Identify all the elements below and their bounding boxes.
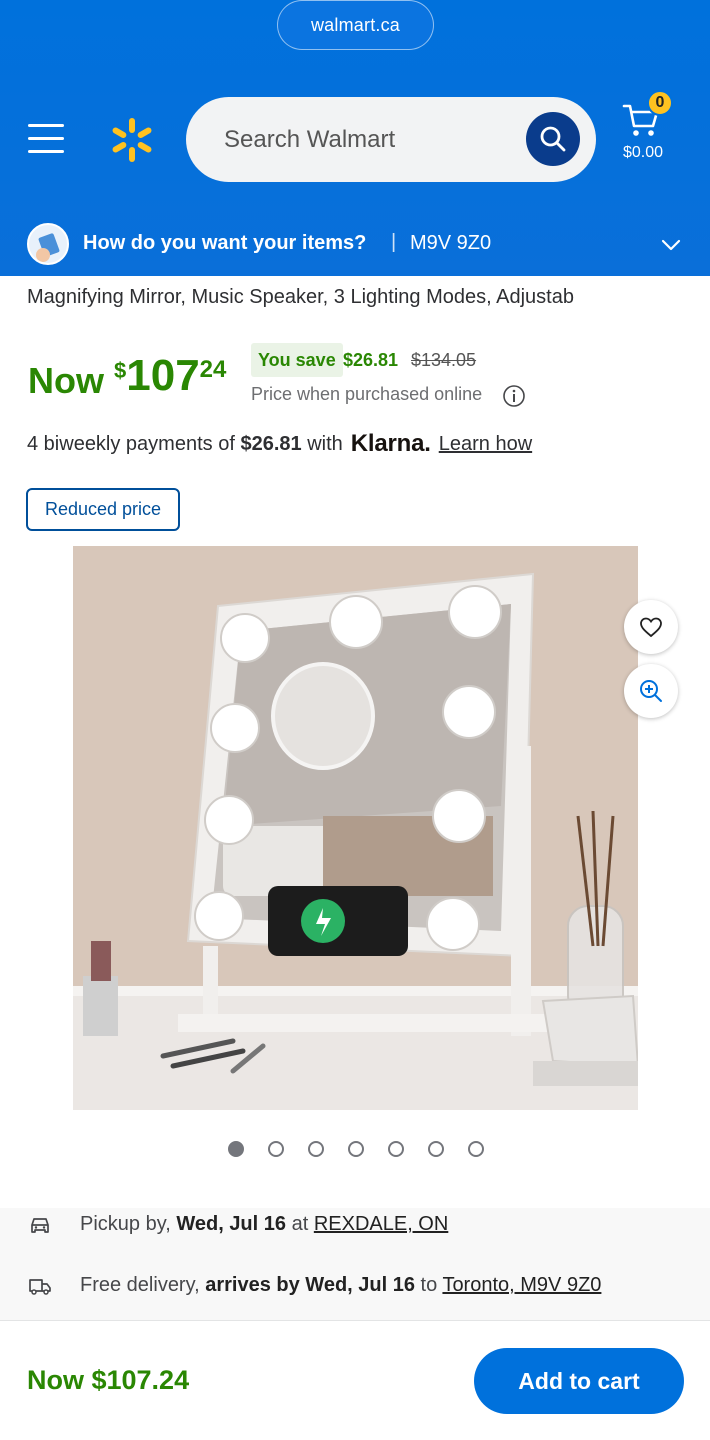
pickup-row: Pickup by, Wed, Jul 16 at REXDALE, ON — [0, 1208, 710, 1258]
carousel-dot[interactable] — [388, 1141, 404, 1157]
cart-total: $0.00 — [623, 144, 664, 161]
delivery-separator: | — [391, 231, 397, 253]
delivery-question: How do you want your items? — [83, 232, 367, 254]
car-icon — [31, 1218, 49, 1233]
url-bar[interactable]: walmart.ca — [277, 0, 434, 50]
was-price: $134.05 — [411, 350, 477, 370]
bottom-price: Now $107.24 — [27, 1365, 190, 1395]
search-bar — [186, 97, 596, 182]
carousel-dot[interactable] — [228, 1141, 244, 1157]
cart-count-badge: 0 — [647, 90, 673, 116]
pickup-at: at — [291, 1213, 309, 1235]
pickup-store-link[interactable]: REXDALE, ON — [314, 1213, 448, 1235]
price-cents: 24 — [199, 356, 227, 383]
delivery-text: Free delivery, arrives by Wed, Jul 16 to… — [80, 1274, 601, 1297]
pickup-prefix: Pickup by, — [80, 1213, 171, 1235]
zoom-button[interactable] — [624, 664, 678, 718]
online-price-note: Price when purchased online — [251, 384, 483, 404]
carousel-dot[interactable] — [468, 1141, 484, 1157]
save-amount: $26.81 — [343, 350, 399, 370]
klarna-prefix: 4 biweekly payments of — [27, 432, 235, 455]
delivery-illustration-icon — [27, 223, 69, 265]
header: walmart.ca 0 $0.00 — [0, 0, 710, 276]
bottom-bar: Now $107.24 Add to cart — [0, 1320, 710, 1440]
current-price: Now $ 107 24 — [28, 354, 226, 402]
now-label: Now — [28, 360, 104, 401]
zoom-in-icon — [640, 680, 662, 702]
postal-code: M9V 9Z0 — [410, 232, 492, 254]
pickup-date: Wed, Jul 16 — [176, 1213, 287, 1235]
fulfillment-options: Pickup by, Wed, Jul 16 at REXDALE, ON Fr… — [0, 1208, 710, 1320]
you-save-badge: You save — [251, 343, 343, 377]
add-to-cart-button[interactable]: Add to cart — [474, 1348, 684, 1414]
pickup-text: Pickup by, Wed, Jul 16 at REXDALE, ON — [80, 1213, 448, 1236]
chevron-down-icon — [661, 239, 681, 251]
klarna-amount: $26.81 — [240, 432, 302, 455]
truck-icon — [29, 1279, 51, 1295]
delivery-to: to — [420, 1274, 438, 1296]
search-input[interactable] — [224, 125, 514, 154]
favorite-button[interactable] — [624, 600, 678, 654]
price-dollars: 107 — [126, 351, 200, 400]
carousel-dot[interactable] — [308, 1141, 324, 1157]
klarna-with: with — [307, 432, 343, 455]
learn-how-link[interactable]: Learn how — [439, 433, 532, 456]
heart-icon — [640, 617, 662, 638]
reduced-price-badge: Reduced price — [26, 488, 180, 531]
search-button[interactable] — [526, 112, 580, 166]
carousel-dot[interactable] — [268, 1141, 284, 1157]
carousel-dot[interactable] — [428, 1141, 444, 1157]
price-currency: $ — [114, 358, 127, 383]
delivery-location-link[interactable]: Toronto, M9V 9Z0 — [442, 1274, 601, 1296]
menu-icon[interactable] — [28, 124, 64, 154]
delivery-selector[interactable]: How do you want your items? | M9V 9Z0 — [0, 212, 710, 276]
delivery-date: arrives by Wed, Jul 16 — [205, 1274, 415, 1296]
search-icon — [540, 126, 566, 152]
info-icon[interactable] — [502, 384, 526, 408]
delivery-row: Free delivery, arrives by Wed, Jul 16 to… — [0, 1262, 710, 1312]
klarna-logo: Klarna. — [350, 430, 431, 457]
image-carousel-dots — [228, 1141, 484, 1157]
cart-button[interactable]: 0 $0.00 — [618, 90, 688, 170]
delivery-prefix: Free delivery, — [80, 1274, 200, 1296]
carousel-dot[interactable] — [348, 1141, 364, 1157]
klarna-payments: 4 biweekly payments of $26.81 with Klarn… — [27, 430, 532, 458]
walmart-spark-logo[interactable] — [108, 116, 156, 164]
product-image[interactable] — [73, 546, 638, 1110]
product-title: Magnifying Mirror, Music Speaker, 3 Ligh… — [27, 286, 574, 308]
